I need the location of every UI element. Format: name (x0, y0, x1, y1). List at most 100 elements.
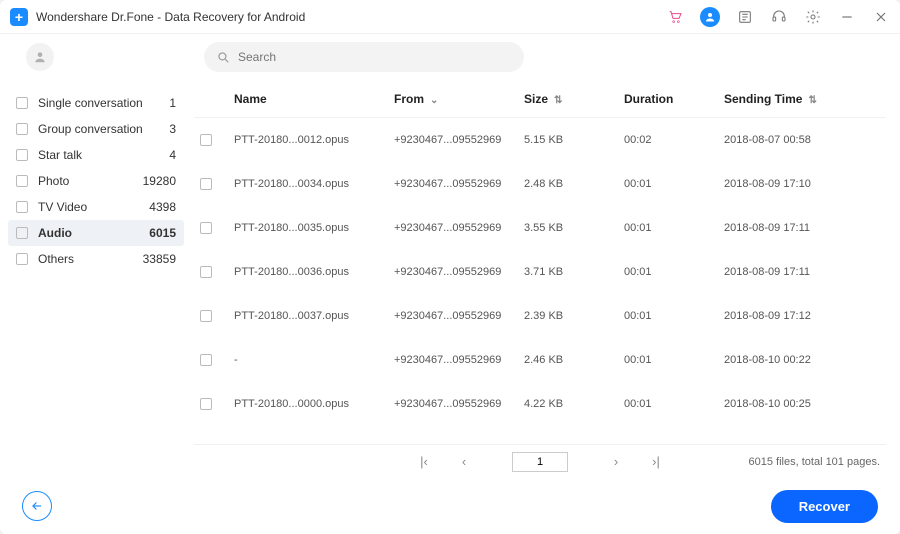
sidebar-item-label: Group conversation (38, 122, 163, 136)
support-icon[interactable] (770, 8, 788, 26)
sidebar-item-count: 19280 (143, 174, 176, 188)
checkbox-icon[interactable] (16, 149, 28, 161)
cell-time: 2018-08-10 00:25 (724, 398, 886, 410)
cell-size: 3.55 KB (524, 222, 624, 234)
titlebar: + Wondershare Dr.Fone - Data Recovery fo… (0, 0, 900, 34)
back-button[interactable] (22, 491, 52, 521)
cell-duration: 00:01 (624, 222, 724, 234)
sidebar-item-label: Star talk (38, 148, 163, 162)
checkbox-icon[interactable] (16, 253, 28, 265)
sort-icon: ⇅ (554, 95, 562, 106)
sidebar-item-others[interactable]: Others 33859 (8, 246, 184, 272)
cell-duration: 00:01 (624, 354, 724, 366)
cell-name: PTT-20180...0037.opus (234, 310, 394, 322)
pager-page-input[interactable] (512, 452, 568, 472)
checkbox-icon[interactable] (200, 222, 212, 234)
sidebar: Single conversation1Group conversation3S… (0, 80, 190, 478)
cell-size: 5.15 KB (524, 134, 624, 146)
cell-size: 4.22 KB (524, 398, 624, 410)
top-row (0, 34, 900, 80)
pager-next-icon[interactable]: › (596, 454, 636, 469)
sidebar-item-label: Photo (38, 174, 137, 188)
feedback-icon[interactable] (736, 8, 754, 26)
col-size[interactable]: Size⇅ (524, 92, 624, 106)
cell-time: 2018-08-09 17:10 (724, 178, 886, 190)
cell-name: PTT-20180...0012.opus (234, 134, 394, 146)
checkbox-icon[interactable] (16, 175, 28, 187)
checkbox-icon[interactable] (200, 398, 212, 410)
sidebar-item-label: Others (38, 252, 137, 266)
pager: |‹ ‹ › ›| 6015 files, total 101 pages. (194, 444, 886, 478)
table-row[interactable]: PTT-20180...0012.opus+9230467...09552969… (194, 118, 886, 162)
cell-duration: 00:01 (624, 310, 724, 322)
table-row[interactable]: PTT-20180...0035.opus+9230467...09552969… (194, 206, 886, 250)
cell-duration: 00:01 (624, 398, 724, 410)
cell-time: 2018-08-09 17:12 (724, 310, 886, 322)
sidebar-item-count: 33859 (143, 252, 176, 266)
checkbox-icon[interactable] (200, 178, 212, 190)
sidebar-item-label: TV Video (38, 200, 143, 214)
sidebar-item-count: 6015 (149, 226, 176, 240)
sidebar-item-photo[interactable]: Photo 19280 (8, 168, 184, 194)
cell-from: +9230467...09552969 (394, 398, 524, 410)
sidebar-item-group-conversation[interactable]: Group conversation3 (8, 116, 184, 142)
search-box[interactable] (204, 42, 524, 72)
checkbox-icon[interactable] (200, 354, 212, 366)
checkbox-icon[interactable] (16, 227, 28, 239)
chevron-down-icon: ⌄ (430, 95, 438, 106)
footer: Recover (0, 478, 900, 534)
cell-size: 2.39 KB (524, 310, 624, 322)
settings-icon[interactable] (804, 8, 822, 26)
minimize-icon[interactable] (838, 8, 856, 26)
col-from[interactable]: From⌄ (394, 92, 524, 106)
checkbox-icon[interactable] (16, 97, 28, 109)
cart-icon[interactable] (666, 8, 684, 26)
sort-icon: ⇅ (808, 95, 816, 106)
cell-from: +9230467...09552969 (394, 266, 524, 278)
cell-size: 2.46 KB (524, 354, 624, 366)
sidebar-item-count: 4 (169, 148, 176, 162)
table-row[interactable]: -+9230467...095529692.46 KB00:012018-08-… (194, 338, 886, 382)
checkbox-icon[interactable] (16, 123, 28, 135)
content: Single conversation1Group conversation3S… (0, 80, 900, 478)
checkbox-icon[interactable] (200, 134, 212, 146)
sidebar-item-count: 4398 (149, 200, 176, 214)
checkbox-icon[interactable] (200, 266, 212, 278)
sidebar-item-star-talk[interactable]: Star talk 4 (8, 142, 184, 168)
search-input[interactable] (238, 50, 512, 64)
pager-prev-icon[interactable]: ‹ (444, 454, 484, 469)
cell-time: 2018-08-07 00:58 (724, 134, 886, 146)
pager-first-icon[interactable]: |‹ (404, 454, 444, 469)
cell-duration: 00:01 (624, 266, 724, 278)
user-avatar-icon[interactable] (700, 7, 720, 27)
checkbox-icon[interactable] (200, 310, 212, 322)
cell-name: PTT-20180...0035.opus (234, 222, 394, 234)
cell-size: 3.71 KB (524, 266, 624, 278)
close-icon[interactable] (872, 8, 890, 26)
table-row[interactable]: PTT-20180...0034.opus+9230467...09552969… (194, 162, 886, 206)
titlebar-icons (666, 7, 890, 27)
table-row[interactable]: PTT-20180...0036.opus+9230467...09552969… (194, 250, 886, 294)
cell-name: PTT-20180...0000.opus (234, 398, 394, 410)
cell-from: +9230467...09552969 (394, 354, 524, 366)
sidebar-item-tv-video[interactable]: TV Video 4398 (8, 194, 184, 220)
sidebar-item-single-conversation[interactable]: Single conversation1 (8, 90, 184, 116)
cell-time: 2018-08-10 00:22 (724, 354, 886, 366)
pager-last-icon[interactable]: ›| (636, 454, 676, 469)
recover-button[interactable]: Recover (771, 490, 878, 523)
app-title: Wondershare Dr.Fone - Data Recovery for … (36, 10, 666, 24)
cell-from: +9230467...09552969 (394, 134, 524, 146)
profile-icon[interactable] (26, 43, 54, 71)
col-name[interactable]: Name (234, 92, 394, 106)
cell-from: +9230467...09552969 (394, 178, 524, 190)
sidebar-item-label: Single conversation (38, 96, 163, 110)
app-window: + Wondershare Dr.Fone - Data Recovery fo… (0, 0, 900, 534)
table-header: Name From⌄ Size⇅ Duration Sending Time⇅ (194, 80, 886, 118)
sidebar-item-audio[interactable]: Audio6015 (8, 220, 184, 246)
col-duration[interactable]: Duration (624, 92, 724, 106)
table-row[interactable]: PTT-20180...0000.opus+9230467...09552969… (194, 382, 886, 426)
table-row[interactable]: PTT-20180...0037.opus+9230467...09552969… (194, 294, 886, 338)
cell-time: 2018-08-09 17:11 (724, 222, 886, 234)
col-sending-time[interactable]: Sending Time⇅ (724, 92, 886, 106)
checkbox-icon[interactable] (16, 201, 28, 213)
